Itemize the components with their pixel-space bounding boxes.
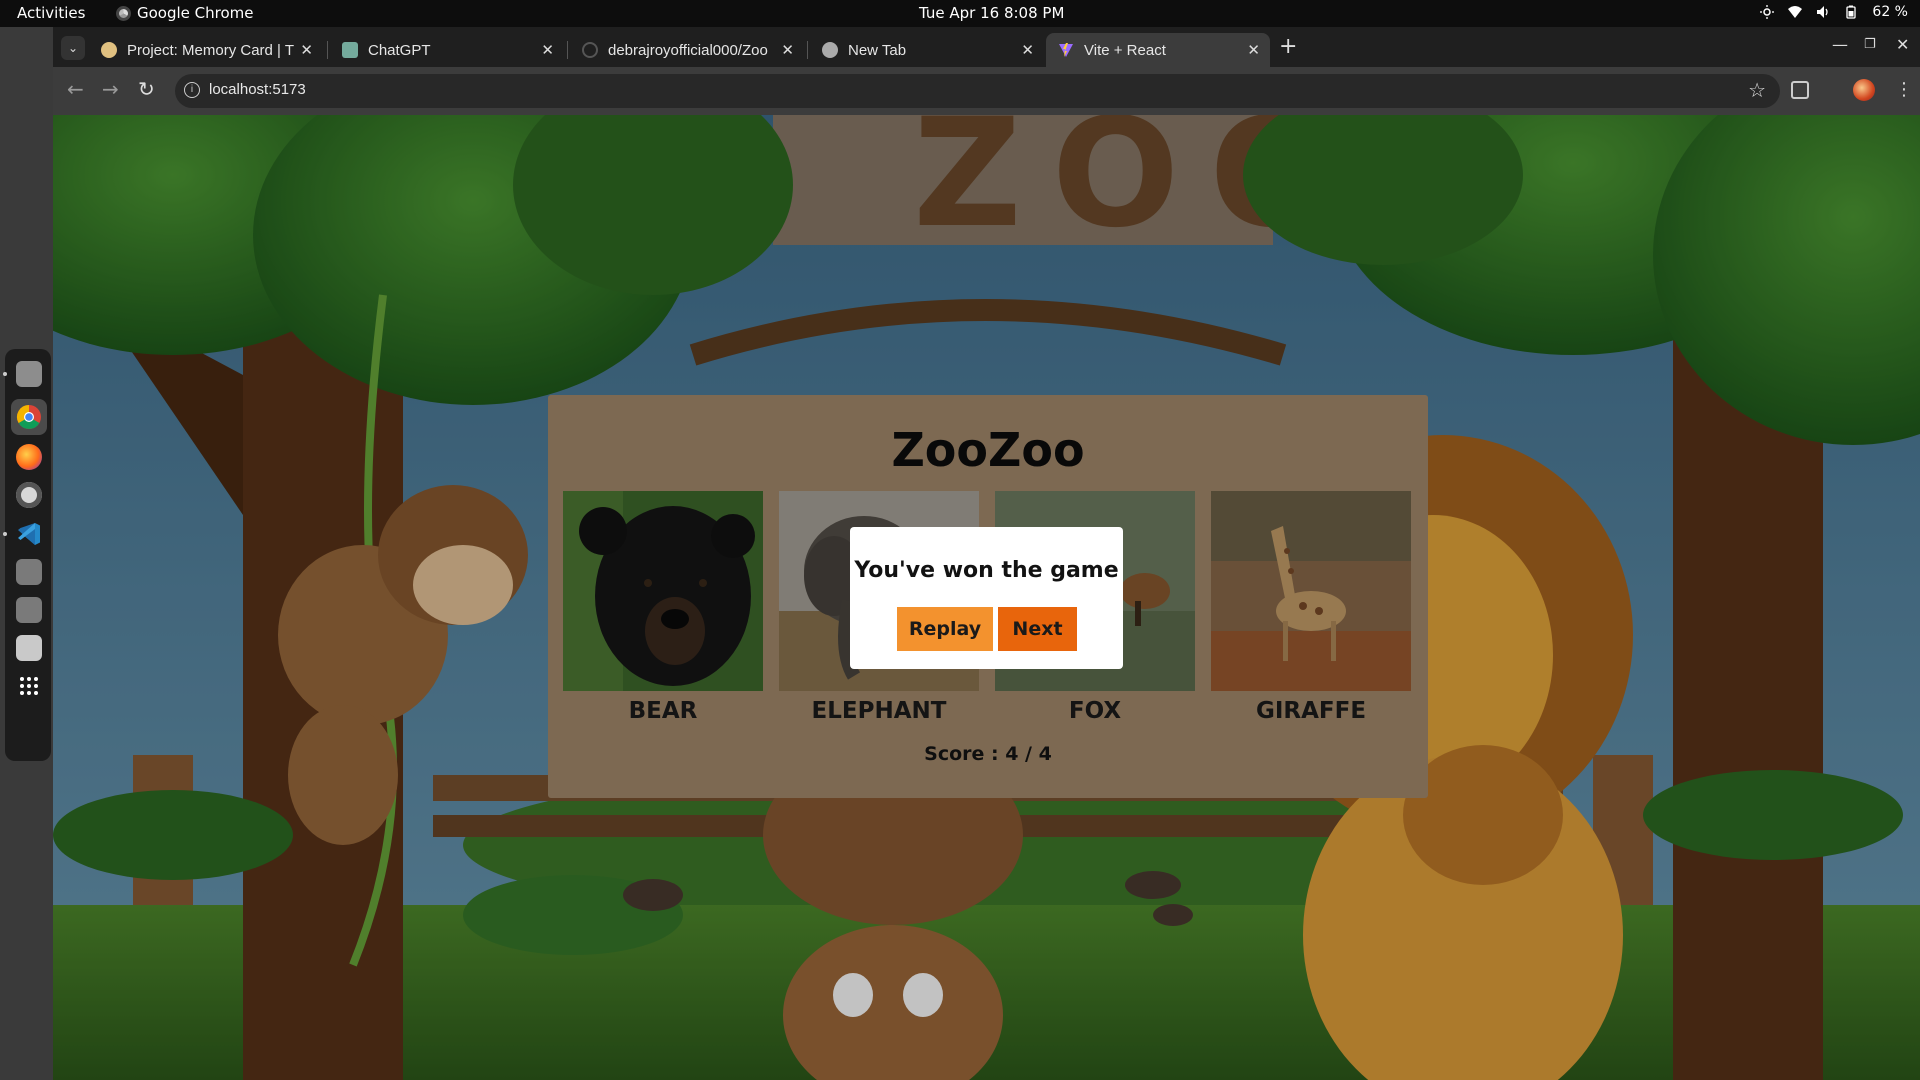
new-tab-button[interactable]: + [1279, 35, 1297, 59]
app-name: Google Chrome [137, 4, 254, 22]
restore-icon[interactable]: ❐ [1864, 37, 1876, 52]
vscode-logo-icon [18, 523, 40, 545]
dock [3, 349, 51, 761]
extensions-icon[interactable] [1791, 81, 1809, 99]
win-message: You've won the game [854, 558, 1119, 583]
grid-icon [20, 677, 38, 695]
url-text: localhost:5173 [209, 81, 306, 98]
back-icon[interactable]: ← [67, 77, 84, 101]
chatgpt-icon [342, 42, 358, 58]
forward-icon[interactable]: → [102, 77, 119, 101]
tab-search-button[interactable]: ⌄ [61, 36, 85, 60]
tab-title: debrajroyofficial000/Zoo [608, 41, 768, 59]
tab-divider [327, 41, 328, 59]
close-icon[interactable]: ✕ [541, 41, 554, 59]
tab-title: New Tab [848, 41, 907, 59]
firefox-icon[interactable] [16, 444, 42, 470]
reload-icon[interactable]: ↻ [138, 77, 155, 101]
battery-icon [1846, 5, 1857, 19]
profile-avatar[interactable] [1853, 79, 1875, 101]
brightness-icon [1760, 5, 1775, 19]
close-window-icon[interactable]: ✕ [1896, 35, 1909, 54]
running-indicator [3, 532, 7, 536]
loading-icon [582, 42, 598, 58]
chrome-icon [116, 5, 131, 21]
tab-strip: ⌄ Project: Memory Card | T ✕ ChatGPT ✕ d… [53, 27, 1920, 67]
site-info-icon[interactable]: i [184, 82, 200, 98]
browser-toolbar: ← → ↻ i localhost:5173 ☆ ⋮ [53, 67, 1920, 115]
disk-icon[interactable] [16, 597, 42, 623]
tab-divider [807, 41, 808, 59]
win-dialog: You've won the game Replay Next [850, 527, 1123, 669]
tab-title: Vite + React [1084, 41, 1166, 59]
close-icon[interactable]: ✕ [1021, 41, 1034, 59]
close-icon[interactable]: ✕ [1247, 41, 1260, 59]
running-indicator [3, 372, 7, 376]
bookmark-star-icon[interactable]: ☆ [1748, 78, 1766, 102]
close-icon[interactable]: ✕ [781, 41, 794, 59]
chrome-icon [822, 42, 838, 58]
close-icon[interactable]: ✕ [300, 41, 313, 59]
minimize-icon[interactable]: — [1832, 35, 1848, 54]
tab-vite-react[interactable]: Vite + React ✕ [1046, 33, 1270, 67]
show-apps-icon[interactable] [16, 673, 42, 699]
system-tray[interactable]: 62 % [1760, 4, 1908, 20]
next-button[interactable]: Next [998, 607, 1077, 651]
tab-memory-card[interactable]: Project: Memory Card | T ✕ [89, 33, 323, 67]
wifi-icon [1788, 6, 1803, 18]
chrome-dock-icon[interactable] [11, 399, 47, 435]
tab-title: Project: Memory Card | T [127, 41, 294, 59]
odin-project-icon [101, 42, 117, 58]
browser-window: ⌄ Project: Memory Card | T ✕ ChatGPT ✕ d… [53, 27, 1920, 1080]
activities-button[interactable]: Activities [17, 4, 85, 22]
tab-chatgpt[interactable]: ChatGPT ✕ [330, 33, 564, 67]
volume-icon [1817, 6, 1829, 18]
files-icon[interactable] [3, 361, 42, 387]
system-top-bar: Activities Google Chrome Tue Apr 16 8:08… [0, 0, 1920, 27]
app-menu[interactable]: Google Chrome [116, 4, 254, 22]
disk-icon[interactable] [16, 559, 42, 585]
clock[interactable]: Tue Apr 16 8:08 PM [919, 4, 1064, 22]
address-bar[interactable]: i localhost:5173 ☆ [175, 74, 1780, 108]
chrome-logo-icon [16, 405, 41, 430]
battery-percent: 62 % [1872, 4, 1908, 20]
tab-divider [567, 41, 568, 59]
trash-icon[interactable] [16, 635, 42, 661]
vite-icon [1059, 43, 1073, 57]
replay-button[interactable]: Replay [897, 607, 993, 651]
tab-new-tab[interactable]: New Tab ✕ [810, 33, 1044, 67]
vscode-icon[interactable] [3, 521, 42, 547]
chrome-menu-icon[interactable]: ⋮ [1895, 77, 1913, 103]
tab-title: ChatGPT [368, 41, 431, 59]
settings-icon[interactable] [16, 482, 42, 508]
page-viewport: ZOO ZooZoo BEAR ELEPHANT FOX GIRAFFE Sco… [53, 115, 1920, 1080]
tab-github[interactable]: debrajroyofficial000/Zoo ✕ [570, 33, 804, 67]
